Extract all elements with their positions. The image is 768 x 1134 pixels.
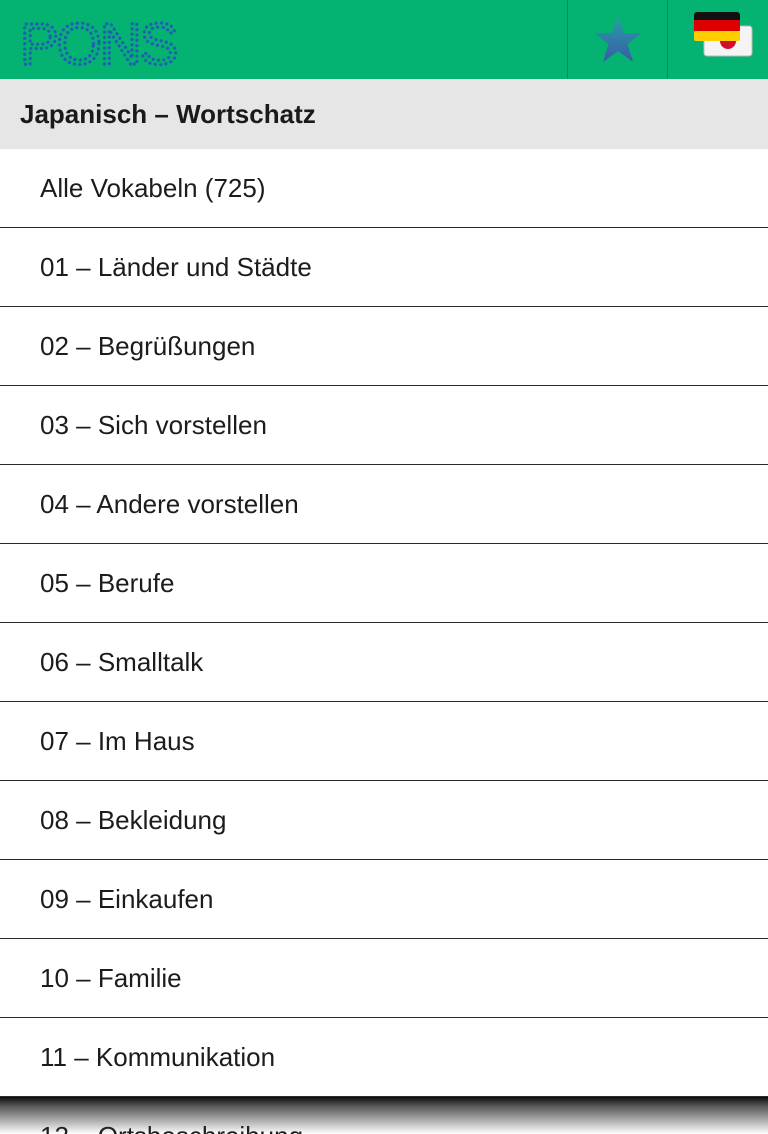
pons-logo-text: PONS — [20, 14, 177, 70]
list-item-label: 07 – Im Haus — [40, 725, 195, 756]
list-item[interactable]: 02 – Begrüßungen — [0, 307, 768, 386]
list-item-label: 01 – Länder und Städte — [40, 251, 312, 282]
list-item-label: Alle Vokabeln (725) — [40, 172, 266, 203]
list-item[interactable]: 09 – Einkaufen — [0, 860, 768, 939]
list-item-label: 04 – Andere vorstellen — [40, 488, 299, 519]
list-item[interactable]: 10 – Familie — [0, 939, 768, 1018]
list-item[interactable]: 12 – Orts­beschreibung — [0, 1097, 768, 1134]
list-item[interactable]: 01 – Länder und Städte — [0, 228, 768, 307]
favorites-button[interactable] — [568, 0, 667, 79]
list-item[interactable]: 05 – Berufe — [0, 544, 768, 623]
star-icon — [593, 15, 642, 62]
list-item[interactable]: 03 – Sich vorstellen — [0, 386, 768, 465]
top-app-bar: PONS — [0, 0, 768, 79]
list-item[interactable]: 11 – Kommunikation — [0, 1018, 768, 1097]
list-item-label: 06 – Smalltalk — [40, 646, 204, 677]
list-item[interactable]: Alle Vokabeln (725) — [0, 149, 768, 228]
list-item[interactable]: 08 – Bekleidung — [0, 781, 768, 860]
list-item-label: 10 – Familie — [40, 962, 182, 993]
app-screen: PONS Japanisch – Wortschatz Alle Vokabel… — [0, 0, 768, 1134]
list-item-label: 05 – Berufe — [40, 567, 175, 598]
section-header: Japanisch – Wortschatz — [0, 79, 768, 149]
list-item-label: 12 – Orts­beschreibung — [40, 1121, 303, 1134]
list-item[interactable]: 07 – Im Haus — [0, 702, 768, 781]
list-item-label: 03 – Sich vorstellen — [40, 409, 267, 440]
language-switch-button[interactable] — [668, 0, 768, 79]
list-item-label: 02 – Begrüßungen — [40, 330, 256, 361]
pons-logo: PONS — [18, 14, 178, 70]
vocabulary-list: Alle Vokabeln (725) 01 – Länder und Städ… — [0, 149, 768, 1134]
list-item[interactable]: 04 – Andere vorstellen — [0, 465, 768, 544]
flag-de-jp-icon — [694, 12, 753, 57]
list-item-label: 09 – Einkaufen — [40, 883, 214, 914]
list-item-label: 11 – Kommunikation — [40, 1041, 276, 1072]
list-item-label: 08 – Bekleidung — [40, 804, 227, 835]
section-title: Japanisch – Wortschatz — [20, 98, 316, 129]
list-item[interactable]: 06 – Smalltalk — [0, 623, 768, 702]
